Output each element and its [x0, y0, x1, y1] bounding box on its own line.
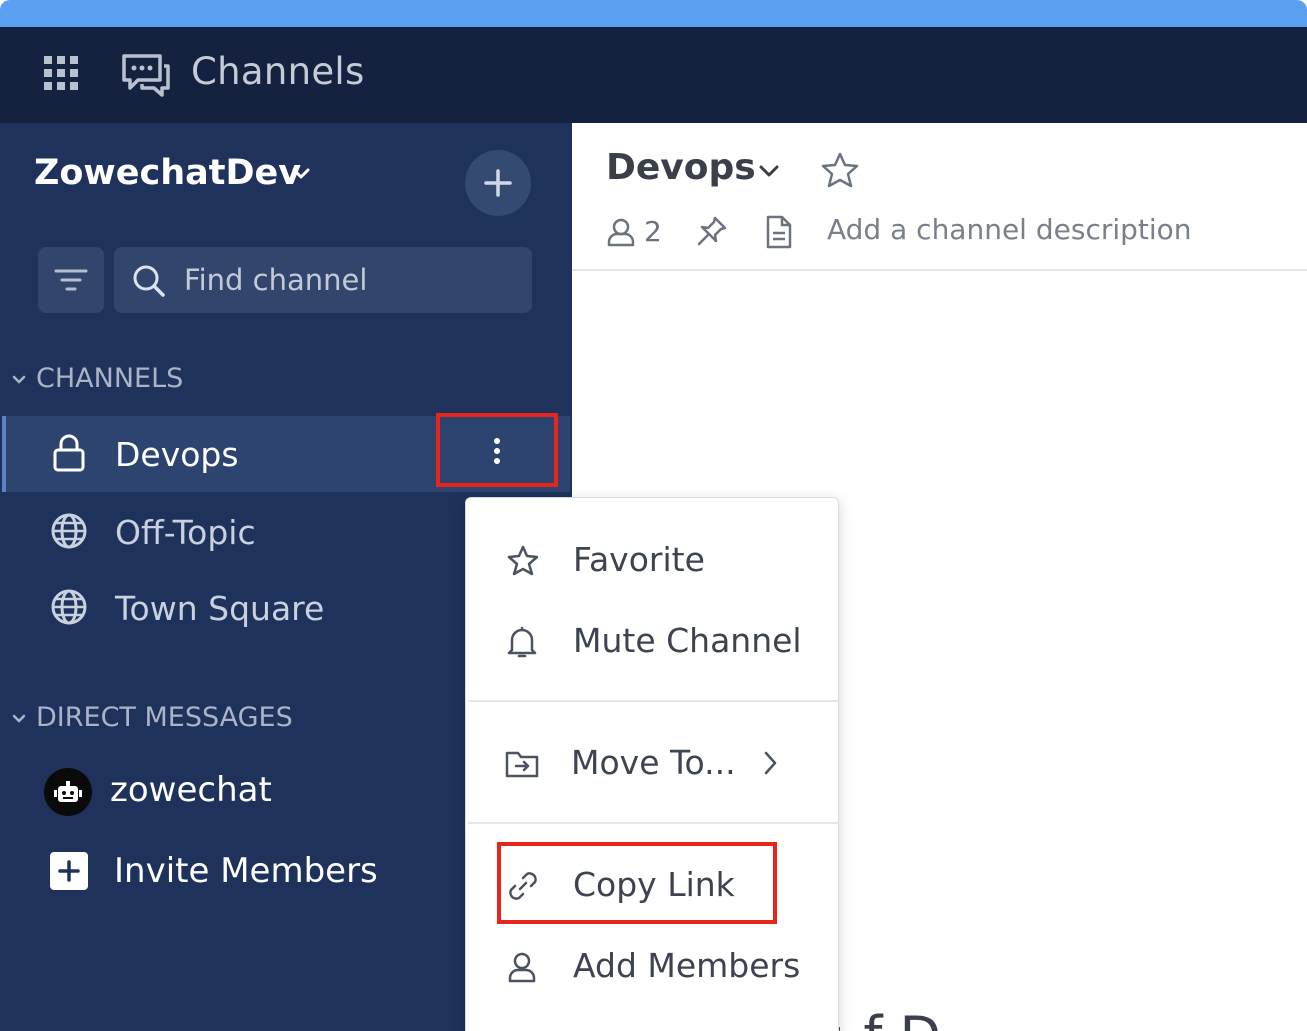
- channels-section-label: CHANNELS: [36, 363, 184, 394]
- avatar: [44, 768, 92, 816]
- search-icon: [133, 265, 165, 297]
- menu-item-label: Favorite: [573, 540, 705, 579]
- find-channel-input[interactable]: [184, 247, 524, 313]
- bot-avatar-icon: [54, 781, 82, 802]
- window-top-accent: [0, 0, 1307, 27]
- member-count-button[interactable]: 2: [606, 215, 662, 248]
- menu-item-favorite[interactable]: Favorite: [466, 526, 838, 596]
- channels-section-header[interactable]: CHANNELS: [12, 363, 183, 394]
- person-icon: [607, 218, 635, 246]
- chevron-down-icon: [12, 714, 26, 723]
- add-description-link[interactable]: Add a channel description: [827, 213, 1192, 246]
- person-icon: [508, 952, 536, 983]
- sidebar-item-label: Devops: [115, 434, 239, 474]
- plus-icon: [484, 169, 512, 197]
- more-vertical-icon: [494, 438, 500, 464]
- menu-item-label: Mute Channel: [573, 621, 802, 660]
- channel-title[interactable]: Devops: [606, 147, 756, 188]
- folder-move-icon: [505, 751, 539, 778]
- sidebar-item-label: Town Square: [115, 588, 325, 628]
- menu-item-label: Add Members: [573, 946, 801, 985]
- globe-icon: [51, 513, 87, 549]
- channels-chat-icon: [122, 54, 170, 97]
- menu-item-mute-channel[interactable]: Mute Channel: [466, 607, 838, 677]
- find-channel-search[interactable]: [114, 247, 532, 313]
- chevron-right-icon: [764, 751, 777, 775]
- team-name[interactable]: ZowechatDev: [34, 153, 301, 193]
- menu-item-label: Move To...: [571, 743, 736, 782]
- document-icon[interactable]: [764, 215, 794, 249]
- app-grid-icon[interactable]: [44, 56, 80, 92]
- copy-link-highlight: [497, 842, 777, 924]
- invite-members-label: Invite Members: [114, 851, 378, 891]
- channel-header: Devops 2 Add a channel description: [572, 123, 1307, 271]
- sidebar-item-label: Off-Topic: [115, 512, 256, 552]
- channel-context-menu: Favorite Mute Channel Move To... Copy Li…: [465, 497, 839, 1031]
- filter-button[interactable]: [38, 247, 104, 313]
- bell-icon: [507, 626, 537, 658]
- filter-icon: [54, 269, 88, 291]
- chevron-down-icon[interactable]: [290, 166, 312, 182]
- background-message-text: ; f D: [828, 1005, 941, 1031]
- star-icon: [507, 545, 539, 576]
- favorite-star-icon[interactable]: [820, 151, 860, 189]
- globe-icon: [51, 589, 87, 625]
- plus-box-icon: [50, 852, 88, 890]
- member-count: 2: [644, 215, 662, 248]
- dm-label: zowechat: [110, 770, 272, 810]
- chevron-down-icon: [12, 375, 26, 384]
- add-channel-button[interactable]: [465, 150, 531, 216]
- product-title: Channels: [191, 50, 365, 93]
- menu-item-add-members[interactable]: Add Members: [466, 932, 838, 1002]
- global-header: Channels: [0, 27, 1307, 123]
- chevron-down-icon[interactable]: [758, 163, 780, 179]
- lock-icon: [53, 434, 85, 472]
- menu-divider: [468, 822, 838, 824]
- direct-messages-section-header[interactable]: DIRECT MESSAGES: [12, 702, 293, 733]
- menu-divider: [468, 700, 838, 702]
- pin-icon[interactable]: [696, 215, 728, 247]
- direct-messages-section-label: DIRECT MESSAGES: [36, 702, 293, 733]
- menu-item-move-to[interactable]: Move To...: [466, 729, 838, 799]
- channel-options-button[interactable]: [436, 413, 558, 487]
